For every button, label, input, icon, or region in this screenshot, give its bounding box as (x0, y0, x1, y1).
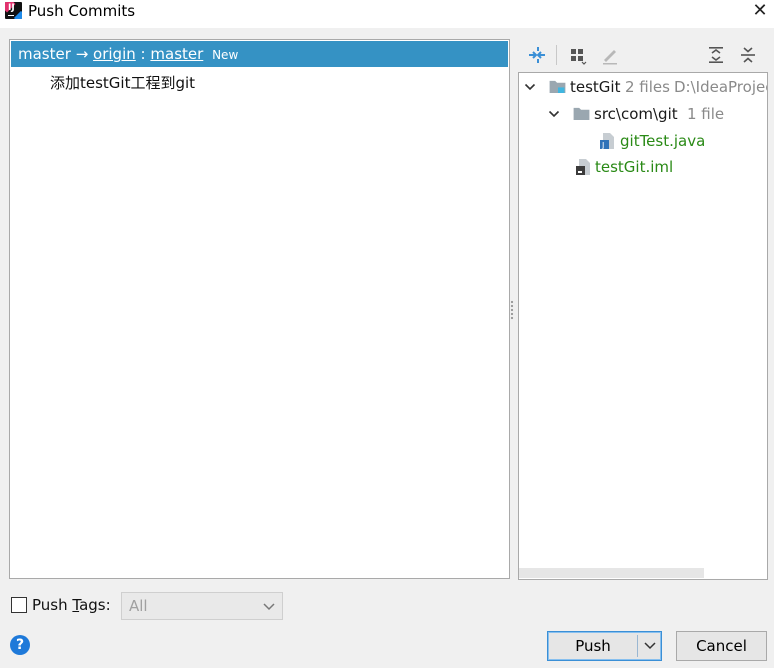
tree-folder-count: 1 file (687, 105, 725, 123)
tags-select-value: All (129, 597, 148, 615)
collapse-diff-icon[interactable] (527, 45, 547, 65)
push-arrow: → (75, 45, 89, 63)
push-tags-label-prefix: Push (32, 596, 73, 614)
push-tags-label: Push Tags: (32, 595, 111, 615)
chevron-down-icon (263, 603, 275, 611)
push-tags-checkbox[interactable] (11, 597, 27, 613)
expand-all-icon[interactable] (706, 45, 726, 65)
title-bar: IJ Push Commits ✕ (0, 0, 774, 28)
push-options-dropdown[interactable] (639, 632, 661, 660)
commit-item[interactable]: 添加testGit工程到git (50, 73, 195, 93)
folder-icon (573, 107, 590, 120)
help-button[interactable]: ? (10, 635, 30, 655)
target-branch-link[interactable]: master (150, 45, 203, 63)
new-branch-badge: New (212, 48, 239, 62)
java-file-icon: J (600, 133, 614, 149)
edit-icon[interactable] (600, 45, 620, 65)
close-window-button[interactable]: ✕ (749, 1, 771, 21)
module-folder-icon (549, 80, 566, 93)
collapse-all-icon[interactable] (738, 45, 758, 65)
commits-list: master → origin : master New 添加testGit工程… (9, 39, 510, 579)
branch-line: master → origin : master New (18, 44, 238, 65)
cancel-button[interactable]: Cancel (676, 631, 767, 661)
remote-separator: : (140, 45, 146, 63)
tree-root-row[interactable]: testGit 2 files D:\IdeaProjec (519, 76, 768, 98)
push-tags-label-suffix: ags: (79, 596, 111, 614)
tree-root-path: D:\IdeaProjec (674, 78, 768, 96)
group-by-icon[interactable] (568, 45, 588, 65)
iml-file-icon (576, 159, 590, 175)
tree-folder-name: src\com\git (594, 105, 678, 123)
branch-row[interactable]: master → origin : master New (11, 41, 508, 67)
changed-files-tree: testGit 2 files D:\IdeaProjec src\com\gi… (518, 72, 768, 580)
chevron-down-icon[interactable] (524, 81, 536, 93)
tree-folder-row[interactable]: src\com\git 1 file (519, 103, 767, 125)
chevron-down-icon[interactable] (548, 108, 560, 120)
cancel-button-label: Cancel (696, 637, 747, 655)
tree-root-count: 2 files (625, 78, 670, 96)
tree-file-row[interactable]: J gitTest.java (519, 130, 767, 152)
tree-file-row[interactable]: testGit.iml (519, 156, 767, 178)
push-button-label: Push (575, 637, 611, 655)
push-button[interactable]: Push (547, 631, 662, 661)
pane-splitter[interactable] (510, 300, 514, 320)
tree-file-name: gitTest.java (620, 132, 706, 150)
remote-link[interactable]: origin (93, 45, 136, 63)
intellij-app-icon: IJ (5, 2, 22, 19)
source-branch: master (18, 45, 71, 63)
tree-root-name: testGit (570, 78, 621, 96)
tree-file-name: testGit.iml (595, 158, 674, 176)
tags-select[interactable]: All (121, 592, 283, 620)
toolbar-separator (556, 45, 557, 65)
svg-text:J: J (601, 141, 604, 149)
horizontal-scrollbar[interactable] (519, 568, 704, 578)
window-title: Push Commits (28, 2, 136, 20)
push-button-divider (637, 635, 638, 657)
